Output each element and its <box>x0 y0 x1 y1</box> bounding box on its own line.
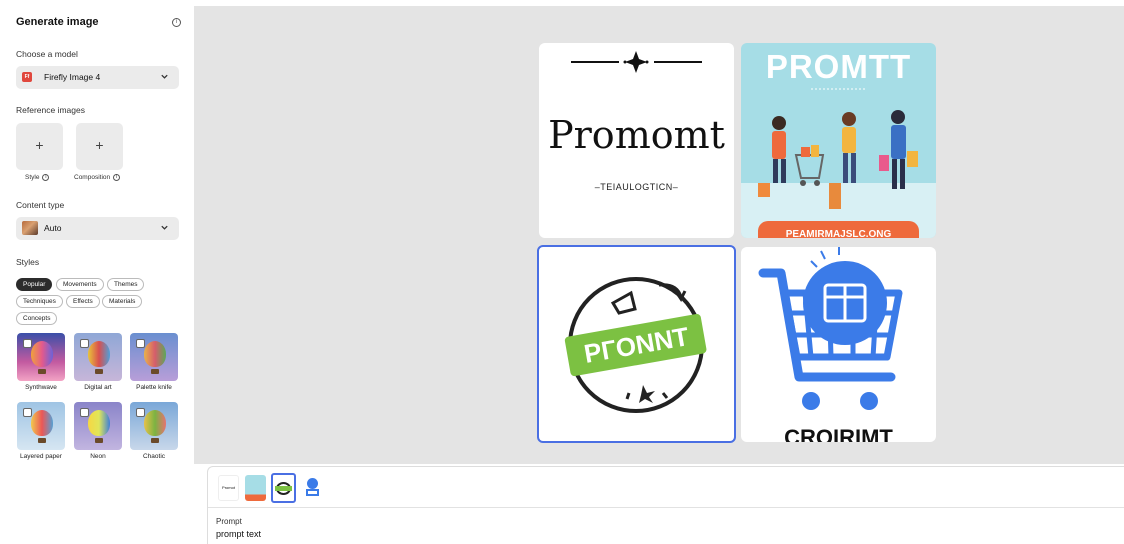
firefly-logo-icon: Ff <box>22 72 32 82</box>
style-checkbox[interactable] <box>80 408 89 417</box>
style-tile-label: Digital art <box>84 384 112 391</box>
image-title-text: Promomt <box>548 113 725 157</box>
chevron-down-icon <box>161 74 168 79</box>
hot-air-balloon-image <box>144 410 166 436</box>
hot-air-balloon-image <box>88 410 110 436</box>
image-subtitle-text: –TEIAULOGTICN– <box>594 182 679 192</box>
chevron-down-icon <box>161 225 168 230</box>
model-select[interactable]: Ff Firefly Image 4 <box>16 66 179 89</box>
content-type-select[interactable]: Auto <box>16 217 179 240</box>
prompt-input[interactable]: prompt text <box>216 529 261 539</box>
style-tile-synthwave[interactable] <box>17 333 65 381</box>
info-icon[interactable]: i <box>113 174 121 181</box>
panel-title: Generate image <box>16 16 99 28</box>
prompt-label: Prompt <box>216 517 242 526</box>
style-tile-chaotic[interactable] <box>130 402 178 450</box>
image-thumbnail-3[interactable] <box>271 473 296 503</box>
style-reference-button[interactable]: + <box>16 123 63 170</box>
model-label: Choose a model <box>16 49 78 59</box>
content-type-label: Content type <box>16 200 65 210</box>
style-tab-popular[interactable]: Popular <box>16 278 53 291</box>
generate-image-panel: Generate image i Choose a model Ff Firef… <box>0 0 194 544</box>
image-thumbnail-2[interactable] <box>245 475 266 501</box>
style-checkbox[interactable] <box>80 339 89 348</box>
style-tile-digital-art[interactable] <box>74 333 122 381</box>
style-tile-label: Palette knife <box>136 384 172 391</box>
composition-reference-button[interactable]: + <box>76 123 123 170</box>
generated-image-2[interactable]: PROMTT PEAMIRMAJSLC.ONG <box>741 43 936 238</box>
hot-air-balloon-image <box>31 341 53 367</box>
shopping-people-illustration <box>741 88 936 238</box>
style-tab-effects[interactable]: Effects <box>66 295 100 308</box>
style-tile-label: Neon <box>90 453 106 460</box>
generated-image-1[interactable]: Promomt –TEIAULOGTICN– <box>539 43 734 238</box>
style-checkbox[interactable] <box>136 339 145 348</box>
image-title-text: CROIRIMT <box>784 425 893 442</box>
prompt-panel: Promot Prompt prompt text <box>207 466 1124 544</box>
style-tile-label: Synthwave <box>25 384 57 391</box>
style-tile-layered-paper[interactable] <box>17 402 65 450</box>
image-thumbnail-1[interactable]: Promot <box>218 475 239 501</box>
divider <box>208 507 1124 508</box>
style-reference-caption: Style i <box>25 174 50 181</box>
style-tab-concepts[interactable]: Concepts <box>16 312 58 325</box>
style-tab-movements[interactable]: Movements <box>56 278 104 291</box>
generated-image-3[interactable]: PГONNT <box>537 245 736 443</box>
style-tile-label: Chaotic <box>142 453 166 460</box>
model-select-value: Firefly Image 4 <box>44 72 101 82</box>
content-type-thumbnail <box>22 221 38 235</box>
plus-icon: + <box>35 137 44 153</box>
hot-air-balloon-image <box>31 410 53 436</box>
generated-image-4[interactable]: CROIRIMT <box>741 247 936 442</box>
styles-label: Styles <box>16 257 40 267</box>
style-tile-palette-knife[interactable] <box>130 333 178 381</box>
image-canvas: Promomt –TEIAULOGTICN– PROMTT PEAMIRMAJS… <box>194 6 1124 464</box>
composition-reference-caption: Composition i <box>74 174 121 181</box>
style-checkbox[interactable] <box>23 408 32 417</box>
style-checkbox[interactable] <box>23 339 32 348</box>
plus-icon: + <box>95 137 104 153</box>
hot-air-balloon-image <box>88 341 110 367</box>
style-tile-neon[interactable] <box>74 402 122 450</box>
style-checkbox[interactable] <box>136 408 145 417</box>
info-icon[interactable]: i <box>172 18 181 27</box>
reference-images-label: Reference images <box>16 105 85 115</box>
image-banner-text: PEAMIRMAJSLC.ONG <box>785 229 892 238</box>
thumbnail-text: Promot <box>222 485 235 490</box>
style-tab-materials[interactable]: Materials <box>102 295 143 308</box>
content-type-value: Auto <box>44 223 62 233</box>
style-tab-techniques[interactable]: Techniques <box>16 295 63 308</box>
image-thumbnail-4[interactable] <box>301 475 322 501</box>
style-tile-label: Layered paper <box>20 453 62 460</box>
style-tab-themes[interactable]: Themes <box>107 278 145 291</box>
shopping-cart-gift-icon <box>758 247 903 410</box>
info-icon[interactable]: i <box>42 174 50 181</box>
hot-air-balloon-image <box>144 341 166 367</box>
